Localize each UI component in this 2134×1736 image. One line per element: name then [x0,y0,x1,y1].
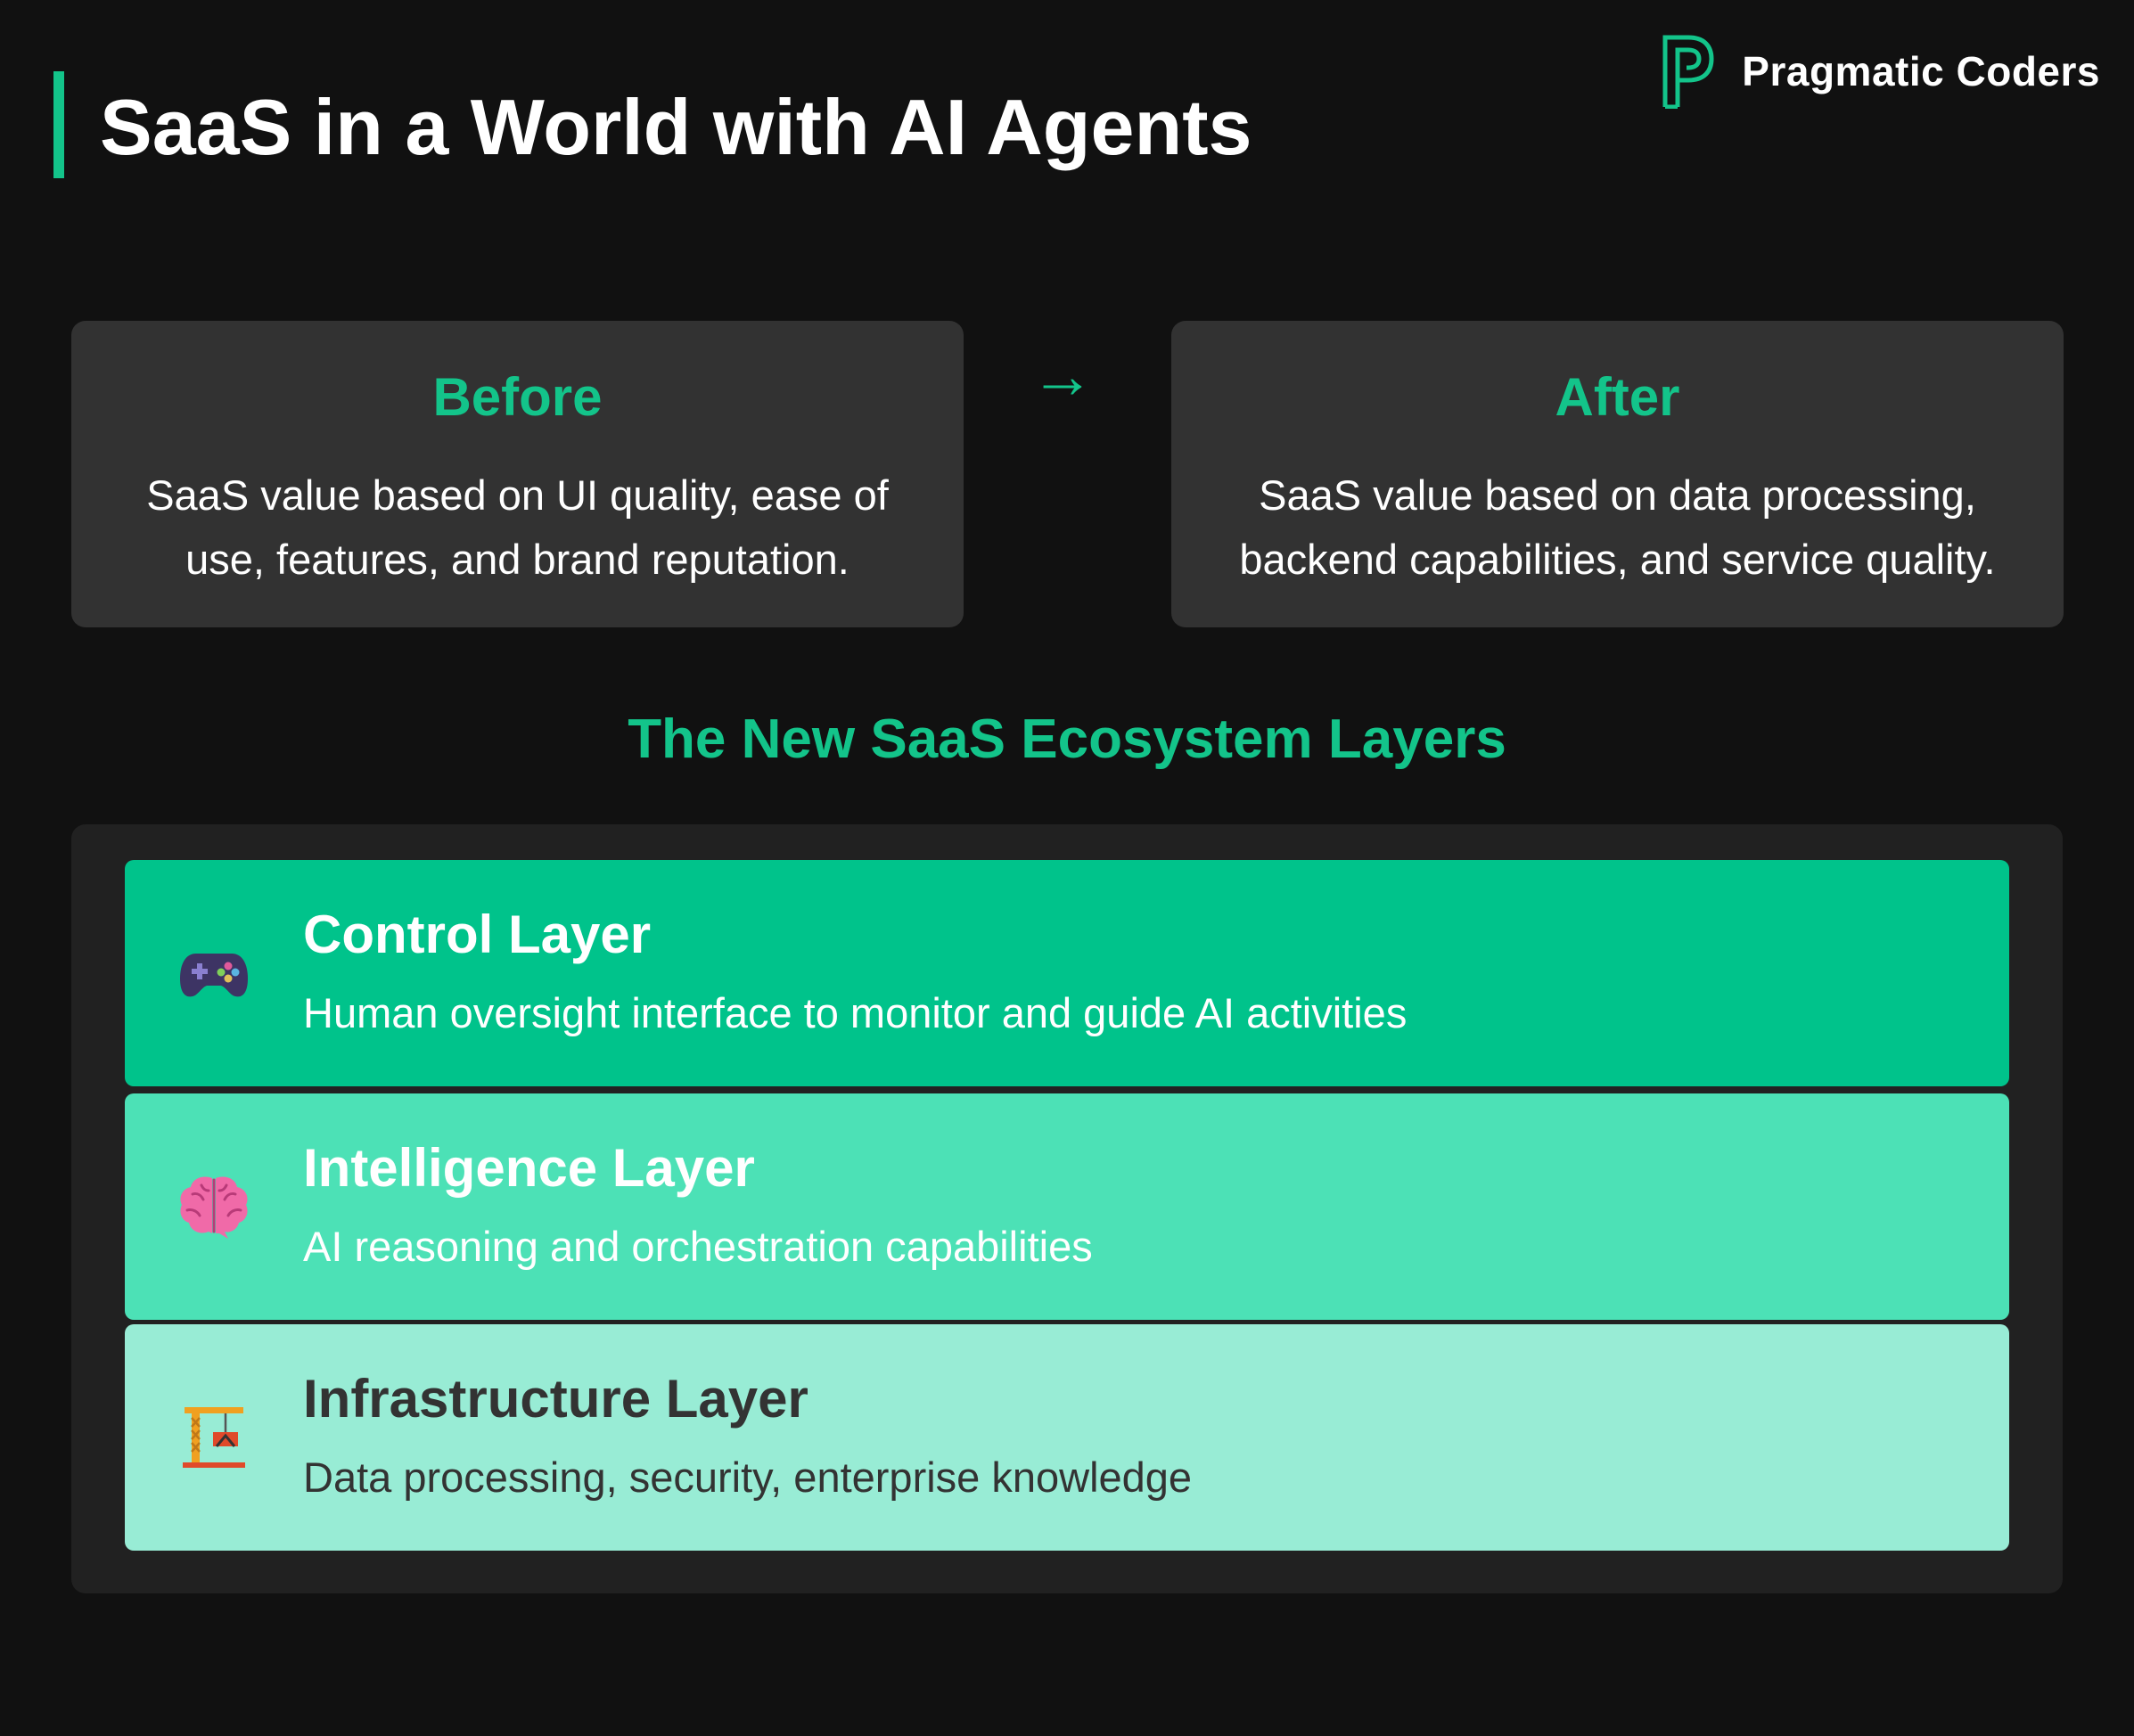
layer-infrastructure: Infrastructure Layer Data processing, se… [125,1324,2009,1551]
page-title: SaaS in a World with AI Agents [100,83,1252,171]
layer-control-description: Human oversight interface to monitor and… [303,989,1408,1036]
after-card: After SaaS value based on data processin… [1171,321,2064,627]
after-text: SaaS value based on data processing, bac… [1239,471,1996,583]
arrow-right-icon: → [1030,340,1095,412]
layer-control: Control Layer Human oversight interface … [125,860,2009,1086]
before-text: SaaS value based on UI quality, ease of … [146,471,889,583]
layer-intelligence-title: Intelligence Layer [303,1138,755,1198]
layers-panel: Control Layer Human oversight interface … [71,824,2063,1593]
title-accent-bar [53,71,64,178]
brand-name: Pragmatic Coders [1742,48,2100,94]
layer-intelligence: Intelligence Layer AI reasoning and orch… [125,1093,2009,1320]
before-card: Before SaaS value based on UI quality, e… [71,321,964,627]
layer-infrastructure-title: Infrastructure Layer [303,1369,808,1429]
game-controller-icon [176,860,251,1086]
construction-crane-icon [176,1324,251,1551]
after-heading: After [1555,367,1680,427]
ecosystem-title: The New SaaS Ecosystem Layers [628,708,1506,770]
layer-intelligence-description: AI reasoning and orchestration capabilit… [303,1223,1093,1270]
brain-icon [176,1093,251,1320]
before-heading: Before [432,367,603,427]
pragmatic-coders-logo-icon [1662,35,1714,109]
layer-control-title: Control Layer [303,905,652,964]
brand[interactable]: Pragmatic Coders [1662,34,2100,109]
layer-infrastructure-description: Data processing, security, enterprise kn… [303,1453,1193,1501]
